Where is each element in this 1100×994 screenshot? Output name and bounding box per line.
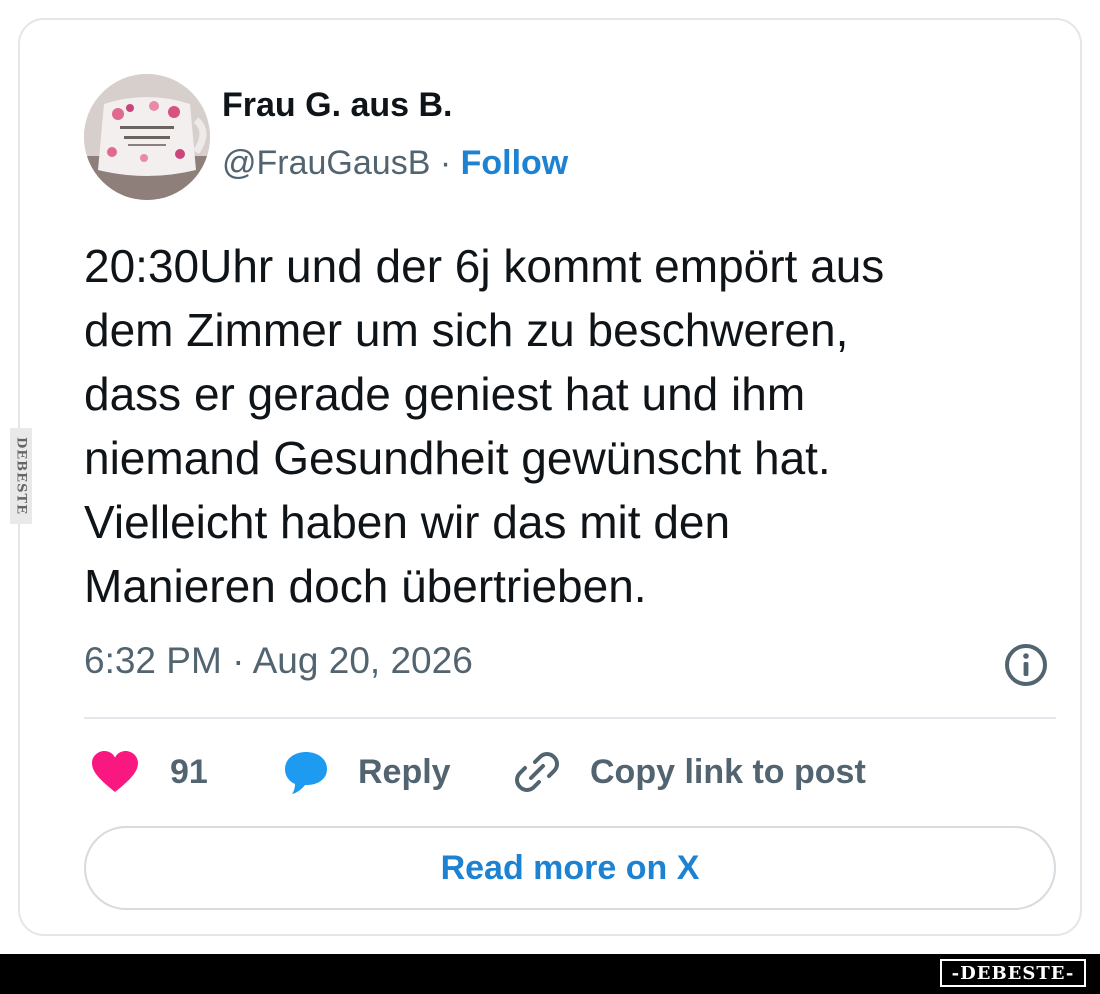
reply-button[interactable]: Reply bbox=[282, 742, 451, 802]
avatar-image bbox=[84, 74, 210, 200]
link-icon bbox=[515, 752, 559, 792]
copy-link-label: Copy link to post bbox=[590, 752, 866, 791]
post-text-line: 20:30Uhr und der 6j kommt empört aus bbox=[84, 240, 885, 292]
like-button[interactable]: 91 bbox=[90, 742, 208, 802]
watermark-logo: -DEBESTE- bbox=[940, 959, 1086, 987]
bottom-bar bbox=[0, 954, 1100, 994]
copy-link-button[interactable]: Copy link to post bbox=[514, 742, 866, 802]
like-count: 91 bbox=[170, 752, 208, 791]
post-text-line: dem Zimmer um sich zu beschweren, bbox=[84, 304, 849, 356]
divider bbox=[84, 717, 1056, 719]
separator: · bbox=[430, 144, 461, 182]
reply-label: Reply bbox=[358, 752, 451, 791]
post-text-line: Manieren doch übertrieben. bbox=[84, 560, 647, 612]
heart-icon bbox=[92, 751, 138, 792]
post-timestamp[interactable]: 6:32 PM · Aug 20, 2026 bbox=[84, 640, 473, 682]
read-more-button[interactable]: Read more on X bbox=[84, 826, 1056, 910]
reply-bubble-icon bbox=[285, 752, 327, 794]
handle[interactable]: @FrauGausB bbox=[222, 144, 430, 182]
display-name[interactable]: Frau G. aus B. bbox=[222, 86, 453, 125]
side-watermark: DEBESTE bbox=[10, 428, 32, 524]
info-icon[interactable] bbox=[1003, 642, 1049, 688]
read-more-label: Read more on X bbox=[440, 848, 700, 887]
avatar[interactable] bbox=[84, 74, 210, 200]
post-text-line: niemand Gesundheit gewünscht hat. bbox=[84, 432, 831, 484]
side-watermark-text: DEBESTE bbox=[13, 436, 29, 516]
embedded-post-card: Frau G. aus B. @FrauGausB · Follow 20:30… bbox=[18, 18, 1082, 936]
action-bar: 91 Reply Copy link to post bbox=[84, 742, 1056, 802]
handle-line: @FrauGausB · Follow bbox=[222, 144, 568, 183]
post-text-line: dass er gerade geniest hat und ihm bbox=[84, 368, 806, 420]
post-text: 20:30Uhr und der 6j kommt empört aus dem… bbox=[84, 234, 1044, 618]
post-text-line: Vielleicht haben wir das mit den bbox=[84, 496, 731, 548]
follow-link[interactable]: Follow bbox=[461, 144, 569, 182]
